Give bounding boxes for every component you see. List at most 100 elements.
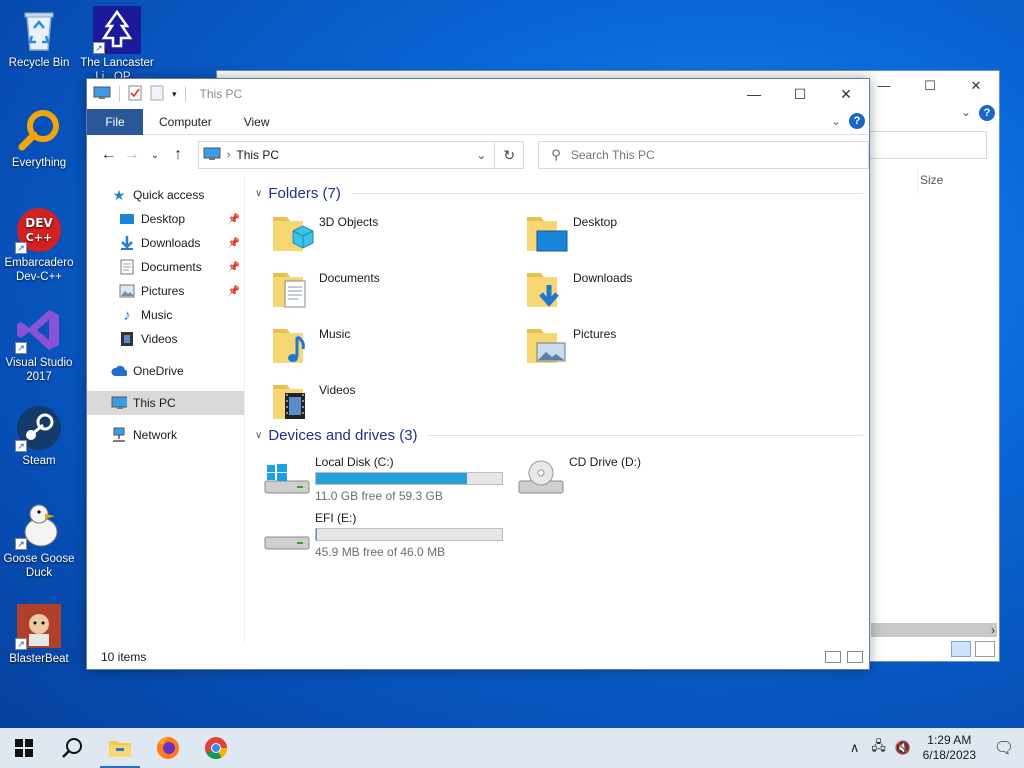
details-view-button[interactable] xyxy=(951,641,971,657)
new-folder-icon[interactable] xyxy=(150,85,164,104)
recent-locations-button[interactable]: ⌄ xyxy=(143,150,166,161)
expand-ribbon-icon[interactable]: ⌄ xyxy=(831,114,841,128)
taskbar-chrome[interactable] xyxy=(192,728,240,768)
devcpp-badge-line2: C++ xyxy=(26,231,53,244)
folder-downloads[interactable]: Downloads xyxy=(523,265,777,321)
desktop-icon-steam[interactable]: ↗ Steam xyxy=(0,404,78,468)
toolbar-divider xyxy=(184,86,186,102)
drive-free-space: 45.9 MB free of 46.0 MB xyxy=(315,545,446,559)
nav-item-downloads[interactable]: Downloads 📌 xyxy=(87,231,244,255)
folder-videos[interactable]: Videos xyxy=(269,377,523,433)
file-explorer-window[interactable]: ▾ This PC — ☐ ✕ File Computer View ⌄ ? ←… xyxy=(86,78,870,670)
folder-music[interactable]: Music xyxy=(269,321,523,377)
notification-center-icon[interactable]: 🗨 xyxy=(984,738,1024,758)
nav-item-videos[interactable]: Videos xyxy=(87,327,244,351)
tab-view[interactable]: View xyxy=(228,109,286,135)
desktop-icon-lancaster[interactable]: ↗ The Lancaster Li...OP... xyxy=(78,6,156,84)
column-header-size[interactable]: Size xyxy=(917,169,989,193)
customize-toolbar-icon[interactable]: ▾ xyxy=(172,89,177,100)
computer-icon[interactable] xyxy=(93,86,111,103)
folders-grid: 3D Objects Desktop Documents Downloads M… xyxy=(255,209,863,433)
nav-item-music[interactable]: ♪ Music xyxy=(87,303,244,327)
this-pc-icon xyxy=(111,395,127,411)
details-view-button[interactable] xyxy=(825,651,841,663)
folder-desktop[interactable]: Desktop xyxy=(523,209,777,265)
nav-item-onedrive[interactable]: OneDrive xyxy=(87,359,244,383)
breadcrumb-separator-icon[interactable]: › xyxy=(227,149,231,161)
drive-cd-d[interactable]: CD Drive (D:) xyxy=(517,451,771,507)
desktop-icon-blasterbeat[interactable]: ↗ BlasterBeat xyxy=(0,602,78,666)
address-dropdown-icon[interactable]: ⌄ xyxy=(468,148,494,162)
shortcut-arrow-icon: ↗ xyxy=(15,242,27,254)
search-input[interactable]: ⚲ Search This PC xyxy=(538,141,869,169)
desktop-icon-everything[interactable]: Everything xyxy=(0,106,78,170)
close-button[interactable]: ✕ xyxy=(823,79,869,109)
folders-section-header[interactable]: ∨ Folders (7) xyxy=(255,181,863,205)
scroll-right-icon[interactable]: › xyxy=(991,623,995,637)
drive-name: CD Drive (D:) xyxy=(569,455,641,469)
desktop-icon-recycle-bin[interactable]: Recycle Bin xyxy=(0,6,78,70)
search-button[interactable] xyxy=(48,728,96,768)
ribbon-tabs: File Computer View ⌄ ? xyxy=(87,108,869,135)
chevron-down-icon[interactable]: ⌄ xyxy=(961,105,971,119)
maximize-button[interactable]: ☐ xyxy=(907,71,953,101)
close-button[interactable]: ✕ xyxy=(953,71,999,101)
up-button[interactable]: ↑ xyxy=(167,146,190,164)
taskbar-firefox[interactable] xyxy=(144,728,192,768)
content-pane: ∨ Folders (7) 3D Objects Desktop Documen… xyxy=(245,175,869,645)
section-title: Folders (7) xyxy=(268,184,341,202)
folder-documents[interactable]: Documents xyxy=(269,265,523,321)
large-icons-view-button[interactable] xyxy=(847,651,863,663)
taskbar: ∧ 🖧 🔇 1:29 AM 6/18/2023 🗨 xyxy=(0,728,1024,768)
desktop-icon-visual-studio[interactable]: ↗ Visual Studio 2017 xyxy=(0,306,78,384)
properties-icon[interactable] xyxy=(128,85,142,104)
navigation-bar: ← → ⌄ ↑ › This PC ⌄ ↻ ⚲ Search This PC xyxy=(87,135,869,175)
help-icon[interactable]: ? xyxy=(849,113,865,129)
start-button[interactable] xyxy=(0,728,48,768)
minimize-button[interactable]: — xyxy=(731,79,777,109)
collapse-chevron-icon[interactable]: ∨ xyxy=(255,188,262,199)
nav-item-pictures[interactable]: Pictures 📌 xyxy=(87,279,244,303)
nav-item-desktop[interactable]: Desktop 📌 xyxy=(87,207,244,231)
breadcrumb-this-pc[interactable]: This PC xyxy=(236,148,279,162)
pin-icon: 📌 xyxy=(227,213,240,225)
folder-3d-objects[interactable]: 3D Objects xyxy=(269,209,523,265)
item-count: 10 items xyxy=(101,650,147,664)
help-icon[interactable]: ? xyxy=(979,105,995,121)
network-icon[interactable]: 🖧 xyxy=(867,737,891,759)
nav-label: Desktop xyxy=(141,212,186,226)
forward-button[interactable]: → xyxy=(120,146,143,164)
file-explorer-icon xyxy=(109,741,131,757)
desktop-icon xyxy=(119,211,135,227)
nav-item-quick-access[interactable]: ★ Quick access xyxy=(87,183,244,207)
drive-free-space: 11.0 GB free of 59.3 GB xyxy=(315,489,443,503)
folder-pictures[interactable]: Pictures xyxy=(523,321,777,377)
nav-item-network[interactable]: Network xyxy=(87,423,244,447)
clock[interactable]: 1:29 AM 6/18/2023 xyxy=(915,733,984,763)
horizontal-scrollbar[interactable] xyxy=(871,623,997,637)
tab-file[interactable]: File xyxy=(87,108,143,135)
refresh-button[interactable]: ↻ xyxy=(495,141,525,169)
large-icons-view-button[interactable] xyxy=(975,641,995,657)
desktop-icon-devcpp[interactable]: DEV C++ ↗ Embarcadero Dev-C++ xyxy=(0,206,78,284)
back-button[interactable]: ← xyxy=(97,146,120,164)
folder-label: Pictures xyxy=(573,327,617,341)
background-search-box[interactable] xyxy=(857,131,987,159)
nav-item-documents[interactable]: Documents 📌 xyxy=(87,255,244,279)
drive-local-disk-c[interactable]: Local Disk (C:) 11.0 GB free of 59.3 GB xyxy=(263,451,517,507)
address-bar[interactable]: › This PC ⌄ xyxy=(197,141,496,169)
maximize-button[interactable]: ☐ xyxy=(777,79,823,109)
collapse-chevron-icon[interactable]: ∨ xyxy=(255,430,262,441)
desktop-icon-label-line1: Embarcadero xyxy=(4,257,74,269)
network-icon xyxy=(111,427,127,443)
drive-efi-e[interactable]: EFI (E:) 45.9 MB free of 46.0 MB xyxy=(263,507,517,563)
show-hidden-icons-chevron-icon[interactable]: ∧ xyxy=(843,740,867,756)
nav-item-this-pc[interactable]: This PC xyxy=(87,391,244,415)
taskbar-file-explorer[interactable] xyxy=(96,728,144,768)
volume-muted-icon[interactable]: 🔇 xyxy=(891,740,915,756)
desktop-icon-goose-goose-duck[interactable]: ↗ Goose Goose Duck xyxy=(0,502,78,580)
drives-section-header[interactable]: ∨ Devices and drives (3) xyxy=(255,423,863,447)
shortcut-arrow-icon: ↗ xyxy=(93,42,105,54)
nav-label: Network xyxy=(133,428,178,442)
tab-computer[interactable]: Computer xyxy=(143,109,228,135)
